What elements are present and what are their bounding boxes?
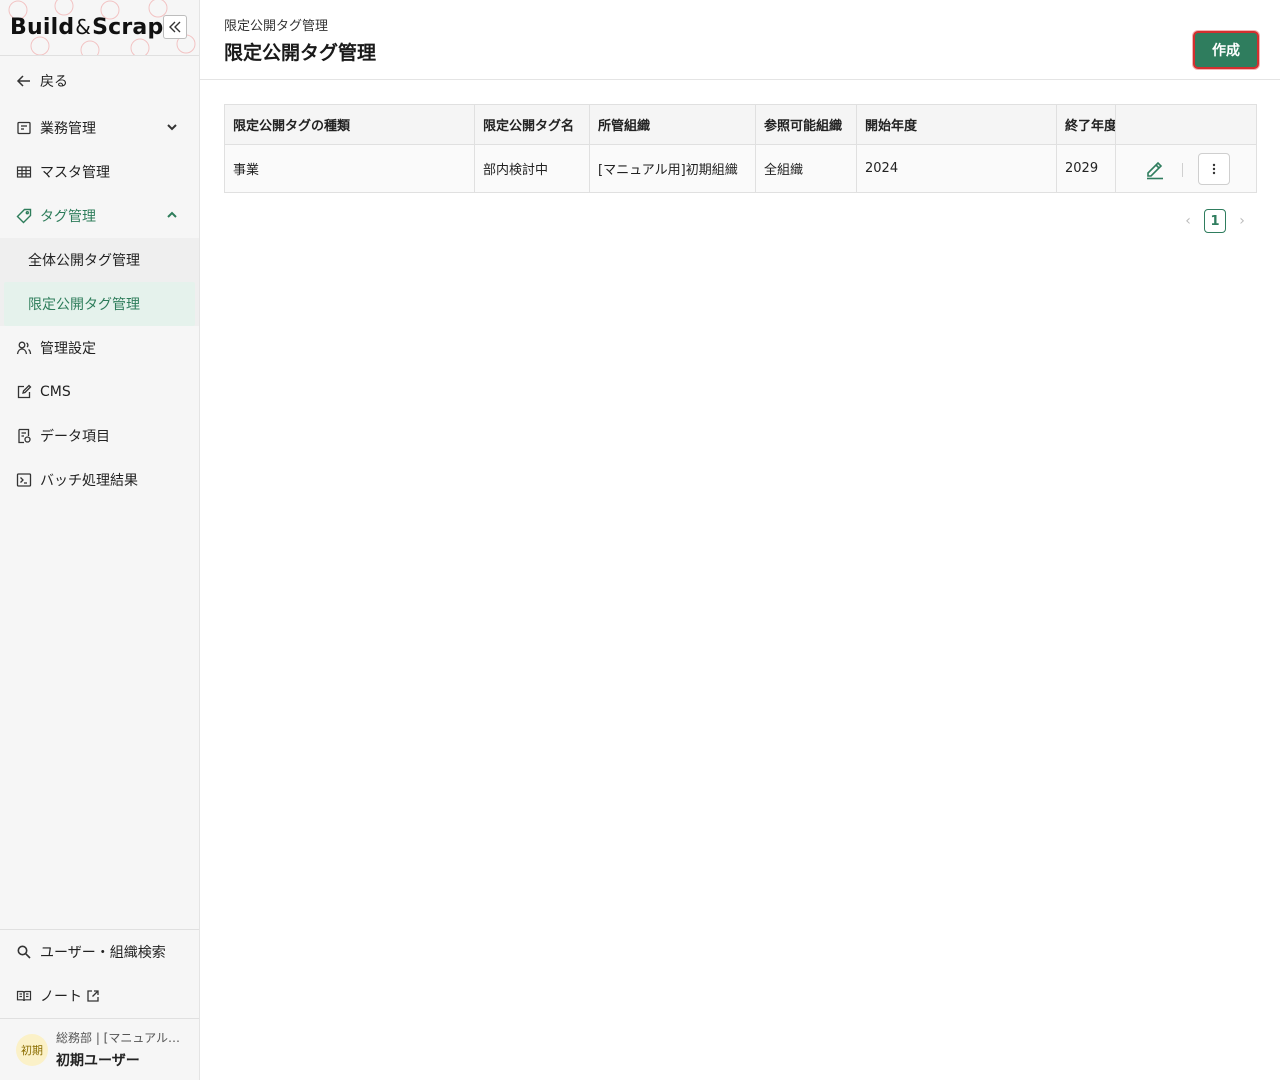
main-content: 限定公開タグ管理 限定公開タグ管理 作成 限定公開タグの種類 限定公開タグ名 所… (200, 0, 1280, 1080)
tag-table-container: 限定公開タグの種類 限定公開タグ名 所管組織 参照可能組織 開始年度 終了年度 … (224, 104, 1257, 193)
logo-build: Build (10, 15, 75, 40)
table-cell: 全組織 (755, 144, 857, 193)
sidebar-item-data-fields[interactable]: データ項目 (0, 414, 199, 458)
logo-scrap: Scrap (92, 15, 164, 40)
avatar: 初期 (16, 1033, 48, 1066)
sidebar-item-label: バッチ処理結果 (40, 473, 138, 489)
user-name: 初期ユーザー (56, 1053, 140, 1069)
page-title: 限定公開タグ管理 (224, 42, 377, 64)
tag-submenu: 全体公開タグ管理 限定公開タグ管理 (0, 238, 199, 326)
actions-header (1115, 104, 1257, 145)
next-page-button[interactable]: › (1234, 209, 1250, 233)
table-cell: 2024 (856, 144, 1057, 193)
tag-table: 限定公開タグの種類 限定公開タグ名 所管組織 参照可能組織 開始年度 終了年度 … (224, 104, 1257, 193)
sidebar-item-label: 業務管理 (40, 121, 96, 137)
search-icon (16, 944, 32, 960)
edit-icon (16, 384, 32, 400)
subitem-label: 限定公開タグ管理 (28, 297, 140, 313)
sidebar-item-label: ユーザー・組織検索 (40, 945, 166, 961)
subitem-label: 全体公開タグ管理 (28, 253, 140, 269)
sidebar-item-label: マスタ管理 (40, 165, 110, 181)
more-actions-button[interactable] (1198, 153, 1230, 185)
table-cell: [マニュアル用]初期組織 (589, 144, 756, 193)
sidebar-item-business[interactable]: 業務管理 (0, 106, 199, 150)
page-header: 限定公開タグ管理 限定公開タグ管理 作成 (200, 0, 1280, 80)
divider (1182, 163, 1183, 177)
table-row[interactable]: 事業 部内検討中 [マニュアル用]初期組織 全組織 2024 2029 (224, 144, 1257, 193)
sidebar-item-tags[interactable]: タグ管理 (0, 194, 199, 238)
sidebar-item-notes[interactable]: ノート (0, 974, 199, 1018)
row-actions (1115, 144, 1257, 193)
current-user[interactable]: 初期 総務部 | [マニュアル用]初期組織 初期ユーザー (0, 1018, 199, 1080)
table-cell: 事業 (224, 144, 475, 193)
back-label: 戻る (40, 74, 68, 90)
table-header-row: 限定公開タグの種類 限定公開タグ名 所管組織 参照可能組織 開始年度 終了年度 (224, 104, 1257, 145)
app-root: Build&Scrap 戻る 業務管理 マスタ管理 タグ管理 全体公開タグ管理 … (0, 0, 1280, 1080)
user-info: 総務部 | [マニュアル用]初期組織 初期ユーザー (56, 1029, 180, 1070)
sidebar-subitem-public-tags[interactable]: 全体公開タグ管理 (4, 238, 195, 282)
sidebar-item-label: CMS (40, 384, 71, 400)
document-icon (16, 428, 32, 444)
external-link-icon (87, 990, 99, 1002)
form-icon (16, 120, 32, 136)
chevron-down-icon (167, 124, 177, 131)
pencil-icon[interactable] (1144, 158, 1166, 180)
breadcrumb: 限定公開タグ管理 (224, 19, 329, 34)
sidebar-subitem-limited-tags[interactable]: 限定公開タグ管理 (4, 282, 195, 326)
sidebar-item-cms[interactable]: CMS (0, 370, 199, 414)
sidebar-nav: 戻る 業務管理 マスタ管理 タグ管理 全体公開タグ管理 限定公開タグ管理 管理設… (0, 56, 199, 929)
logo-area: Build&Scrap (0, 0, 199, 56)
column-header[interactable]: 限定公開タグ名 (474, 104, 590, 145)
logo-amp: & (75, 15, 92, 39)
create-button[interactable]: 作成 (1193, 31, 1259, 69)
users-icon (16, 340, 32, 356)
collapse-sidebar-button[interactable] (163, 15, 187, 39)
column-header[interactable]: 終了年度 (1056, 104, 1116, 145)
more-vertical-icon (1212, 163, 1216, 175)
sidebar-item-label: ノート (40, 989, 82, 1005)
sidebar-item-label: 管理設定 (40, 341, 96, 357)
table-cell: 部内検討中 (474, 144, 590, 193)
book-icon (16, 988, 32, 1004)
sidebar: Build&Scrap 戻る 業務管理 マスタ管理 タグ管理 全体公開タグ管理 … (0, 0, 200, 1080)
sidebar-item-label: データ項目 (40, 429, 110, 445)
app-logo[interactable]: Build&Scrap (10, 15, 163, 40)
table-cell: 2029 (1056, 144, 1116, 193)
column-header[interactable]: 参照可能組織 (755, 104, 857, 145)
column-header[interactable]: 限定公開タグの種類 (224, 104, 475, 145)
sidebar-item-admin-settings[interactable]: 管理設定 (0, 326, 199, 370)
user-org: 総務部 | [マニュアル用]初期組織 (56, 1031, 180, 1045)
sidebar-item-batch-results[interactable]: バッチ処理結果 (0, 458, 199, 502)
arrow-left-icon (16, 73, 32, 89)
double-chevron-left-icon (169, 21, 181, 33)
terminal-icon (16, 472, 32, 488)
back-link[interactable]: 戻る (0, 56, 199, 106)
page-number-current[interactable]: 1 (1204, 209, 1226, 233)
tag-icon (16, 208, 32, 224)
pagination: ‹ 1 › (1180, 209, 1250, 233)
sidebar-item-master[interactable]: マスタ管理 (0, 150, 199, 194)
column-header[interactable]: 開始年度 (856, 104, 1057, 145)
sidebar-item-label: タグ管理 (40, 209, 96, 225)
prev-page-button[interactable]: ‹ (1180, 209, 1196, 233)
sidebar-item-user-search[interactable]: ユーザー・組織検索 (0, 930, 199, 974)
table-icon (16, 164, 32, 180)
chevron-up-icon (167, 211, 177, 218)
column-header[interactable]: 所管組織 (589, 104, 756, 145)
sidebar-bottom: ユーザー・組織検索 ノート 初期 総務部 | [マニュアル用]初期組織 初期ユー… (0, 929, 199, 1080)
